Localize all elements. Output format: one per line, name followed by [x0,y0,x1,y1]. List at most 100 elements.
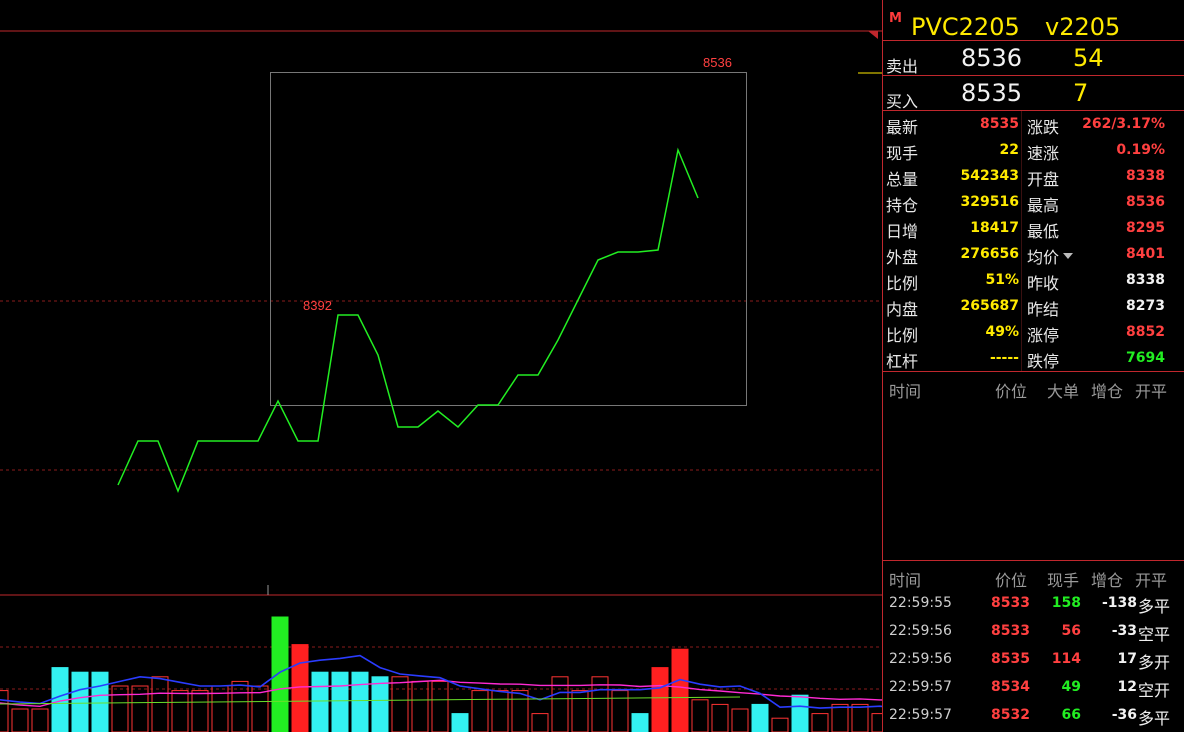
quote-panel: M PVC2205 v2205 卖出 8536 54 买入 8535 7 最新 8… [882,0,1184,732]
ask-label: 卖出 [886,57,919,76]
stat-label: 外盘 [886,248,919,267]
ask-row: 卖出 8536 54 [883,41,1184,76]
stat-label: 比例 [886,274,919,293]
trade-type: 多开 [1137,653,1170,672]
stat-right-4: 最低 8295 [1025,216,1175,242]
trade-vol: 66 [1061,707,1081,723]
bid-price: 8535 [961,79,1023,107]
volume-bar [491,690,509,732]
kline-chart-canvas[interactable]: 8392 8536 [0,0,882,732]
trade-row[interactable]: 22:59:55 8533 158 -138 多平 [883,589,1184,617]
trade-header-vol: 现手 [1047,571,1080,590]
volume-bar [311,671,329,732]
stat-label: 内盘 [886,300,919,319]
stat-value: 265687 [960,298,1019,314]
volume-bar [631,713,649,732]
volume-bar [511,690,529,732]
dropdown-arrow-icon[interactable] [1063,253,1073,259]
stat-left-6: 比例 51% [883,268,1033,294]
trade-oi: -138 [1101,595,1137,611]
volume-bar [691,699,709,732]
stat-left-2: 总量 542343 [883,164,1033,190]
trade-tick-list[interactable]: 22:59:55 8533 158 -138 多平 22:59:56 8533 56 -33 空平… [883,589,1184,729]
stat-label: 最低 [1027,222,1060,241]
trade-type: 空平 [1137,625,1170,644]
stat-label: 速涨 [1027,144,1060,163]
stat-value: 22 [999,142,1019,158]
big-order-list[interactable] [883,400,1184,561]
trade-vol: 114 [1051,651,1081,667]
contract-name: PVC2205 [911,13,1020,41]
trade-price: 8532 [991,707,1030,723]
trade-vol: 49 [1061,679,1081,695]
zigzag-indicator-line [117,147,699,494]
stat-label: 最高 [1027,196,1060,215]
stat-label: 杠杆 [886,352,919,371]
stat-value: 262/3.17% [1082,116,1165,132]
volume-bar [291,644,309,732]
contract-code: v2205 [1045,13,1121,41]
market-badge: M [889,11,902,26]
stat-value: 18417 [970,220,1019,236]
trade-header-oi: 增仓 [1091,571,1124,590]
trade-row[interactable]: 22:59:57 8532 66 -36 多平 [883,701,1184,729]
stat-value: 51% [985,272,1019,288]
bid-row: 买入 8535 7 [883,76,1184,111]
stat-label: 比例 [886,326,919,345]
big-order-header-price: 价位 [995,382,1028,401]
stat-value: 8338 [1126,168,1165,184]
stat-left-5: 外盘 276656 [883,242,1033,268]
volume-bar [11,708,29,732]
trade-type: 多平 [1137,597,1170,616]
trade-vol: 158 [1051,595,1081,611]
stat-right-6: 昨收 8338 [1025,268,1175,294]
trade-time: 22:59:57 [889,679,952,695]
annotation-low-high: 8392 [303,298,332,313]
volume-bar [711,703,729,732]
stat-left-0: 最新 8535 [883,112,1033,138]
stat-label: 均价 [1027,248,1060,267]
stat-label: 日增 [886,222,919,241]
volume-bar [471,690,489,732]
trade-row[interactable]: 22:59:57 8534 49 12 空开 [883,673,1184,701]
range-selection-box [270,72,747,406]
trade-row[interactable]: 22:59:56 8535 114 17 多开 [883,645,1184,673]
stat-value: 8338 [1126,272,1165,288]
big-order-header-type: 开平 [1135,382,1168,401]
volume-bar [791,694,809,732]
stat-right-0: 涨跌 262/3.17% [1025,112,1175,138]
kline-chart[interactable]: 8392 8536 [0,0,882,732]
stat-left-7: 内盘 265687 [883,294,1033,320]
stat-value: 8273 [1126,298,1165,314]
stat-value: ----- [989,350,1019,366]
stat-value: 0.19% [1116,142,1165,158]
volume-bar [651,667,669,732]
volume-bar [31,708,49,732]
stat-label: 现手 [886,144,919,163]
trade-price: 8533 [991,595,1030,611]
big-order-header-oi: 增仓 [1091,382,1124,401]
stat-right-1: 速涨 0.19% [1025,138,1175,164]
volume-bar [731,708,749,732]
volume-bar [171,690,189,732]
volume-bar [611,690,629,732]
stat-value: 8535 [980,116,1019,132]
trade-price: 8534 [991,679,1030,695]
stat-value: 542343 [960,168,1019,184]
stat-value: 8401 [1126,246,1165,262]
stat-value: 329516 [960,194,1019,210]
volume-bar [111,685,129,732]
volume-bar [851,703,869,732]
trade-oi: -36 [1111,707,1137,723]
volume-bar [271,616,289,732]
volume-bar [811,713,829,732]
stat-value: 8852 [1126,324,1165,340]
big-order-header: 时间 价位 大单 增仓 开平 [883,372,1184,401]
stat-left-1: 现手 22 [883,138,1033,164]
trade-row[interactable]: 22:59:56 8533 56 -33 空平 [883,617,1184,645]
stat-label: 最新 [886,118,919,137]
trade-time: 22:59:56 [889,623,952,639]
stat-right-8: 涨停 8852 [1025,320,1175,346]
trade-oi: 17 [1117,651,1137,667]
volume-bar [831,703,849,732]
